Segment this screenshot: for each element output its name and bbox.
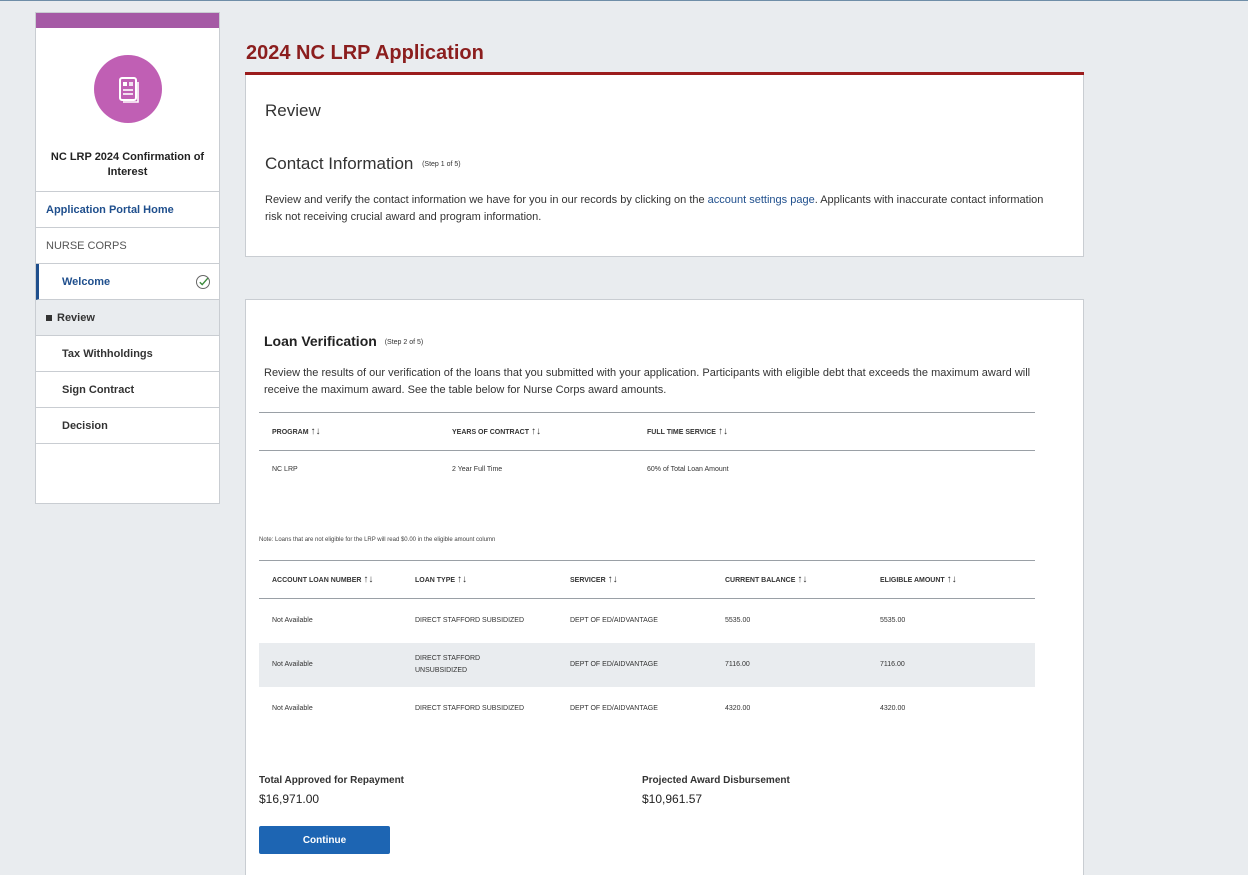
program-table: PROGRAM ↑↓ YEARS OF CONTRACT ↑↓ FULL TIM… (259, 412, 1035, 489)
sort-icon: ↑↓ (607, 574, 618, 585)
sidebar-accent-bar (36, 13, 219, 28)
loan-verification-heading: Loan Verification (Step 2 of 5) (264, 333, 423, 349)
sidebar: NC LRP 2024 Confirmation of Interest App… (35, 12, 220, 504)
sort-icon: ↑↓ (717, 426, 728, 437)
review-heading: Review (265, 101, 321, 120)
table-cell: 7116.00 (712, 642, 867, 687)
header-label: PROGRAM (272, 429, 309, 436)
account-settings-link[interactable]: account settings page (708, 194, 815, 206)
contact-heading-text: Contact Information (265, 154, 414, 173)
sidebar-item-decision[interactable]: Decision (36, 408, 219, 444)
sort-icon: ↑↓ (363, 574, 374, 585)
column-header-current-balance[interactable]: CURRENT BALANCE ↑↓ (712, 560, 867, 599)
loan-heading-text: Loan Verification (264, 333, 377, 349)
table-cell: DIRECT STAFFORD SUBSIDIZED (415, 616, 525, 624)
column-header-years-of-contract[interactable]: YEARS OF CONTRACT ↑↓ (439, 412, 634, 451)
sidebar-item-portal-home[interactable]: Application Portal Home (36, 192, 219, 228)
table-cell: Not Available (272, 616, 313, 624)
sidebar-item-label: Welcome (62, 275, 111, 288)
loan-table: ACCOUNT LOAN NUMBER ↑↓ LOAN TYPE ↑↓ SERV… (259, 560, 1035, 731)
table-row: Not Available DIRECT STAFFORD SUBSIDIZED… (259, 687, 1035, 731)
step-indicator: (Step 2 of 5) (384, 338, 424, 346)
table-cell: 7116.00 (867, 642, 1035, 687)
sidebar-item-review[interactable]: Review (36, 300, 219, 336)
sidebar-item-tax-withholdings[interactable]: Tax Withholdings (36, 336, 219, 372)
check-circle-icon (196, 274, 210, 289)
page-title: 2024 NC LRP Application (246, 42, 484, 64)
sidebar-item-welcome[interactable]: Welcome (36, 264, 219, 300)
application-avatar (93, 55, 162, 123)
table-row: Not Available DIRECT STAFFORD SUBSIDIZED… (259, 599, 1035, 643)
table-row: Not Available DIRECT STAFFORD UNSUBSIDIZ… (259, 642, 1035, 687)
loan-description: Review the results of our verification o… (264, 367, 1031, 396)
sidebar-item-sign-contract[interactable]: Sign Contract (36, 372, 219, 408)
total-approved-value: $16,971.00 (259, 792, 320, 806)
table-cell: 2 Year Full Time (452, 466, 503, 474)
table-cell: 4320.00 (725, 704, 751, 712)
header-label: LOAN TYPE (415, 577, 456, 584)
column-header-account-loan-number[interactable]: ACCOUNT LOAN NUMBER ↑↓ (259, 560, 402, 599)
table-cell: DEPT OF ED/AIDVANTAGE (557, 642, 712, 687)
loan-verification-card: Loan Verification (Step 2 of 5) Review t… (245, 299, 1084, 875)
contact-information-card: Review Contact Information (Step 1 of 5)… (245, 75, 1084, 257)
table-cell: 5535.00 (725, 616, 751, 624)
contact-text-before: Review and verify the contact informatio… (265, 194, 708, 206)
table-cell: DIRECT STAFFORD UNSUBSIDIZED (402, 642, 557, 687)
table-cell: 60% of Total Loan Amount (647, 466, 729, 474)
document-list-icon (118, 77, 139, 103)
sidebar-title: NC LRP 2024 Confirmation of Interest (50, 151, 205, 178)
header-label: CURRENT BALANCE (725, 577, 796, 584)
projected-award-value: $10,961.57 (642, 792, 703, 806)
sidebar-item-label: Review (57, 311, 95, 324)
contact-instructions: Review and verify the contact informatio… (265, 192, 1045, 226)
column-header-program[interactable]: PROGRAM ↑↓ (259, 412, 439, 451)
table-cell: NC LRP (272, 466, 298, 474)
sort-icon: ↑↓ (310, 426, 321, 437)
sort-icon: ↑↓ (457, 574, 468, 585)
sidebar-header: NC LRP 2024 Confirmation of Interest (36, 28, 219, 192)
eligibility-note: Note: Loans that are not eligible for th… (259, 537, 496, 543)
table-cell: DEPT OF ED/AIDVANTAGE (570, 616, 658, 624)
contact-heading: Contact Information (Step 1 of 5) (265, 154, 461, 174)
sidebar-section-nurse-corps: NURSE CORPS (36, 228, 219, 264)
active-marker-icon (46, 314, 52, 321)
table-cell: 5535.00 (880, 616, 906, 624)
step-indicator: (Step 1 of 5) (422, 161, 461, 169)
top-border (0, 0, 1248, 1)
header-label: ACCOUNT LOAN NUMBER (272, 577, 362, 584)
sort-icon: ↑↓ (797, 574, 808, 585)
column-header-loan-type[interactable]: LOAN TYPE ↑↓ (402, 560, 557, 599)
column-header-eligible-amount[interactable]: ELIGIBLE AMOUNT ↑↓ (867, 560, 1035, 599)
table-row: NC LRP 2 Year Full Time 60% of Total Loa… (259, 451, 1035, 489)
sort-icon: ↑↓ (946, 574, 957, 585)
header-label: FULL TIME SERVICE (647, 429, 716, 436)
projected-award-label: Projected Award Disbursement (642, 775, 790, 786)
column-header-servicer[interactable]: SERVICER ↑↓ (557, 560, 712, 599)
table-cell: Not Available (272, 704, 313, 712)
total-approved-label: Total Approved for Repayment (259, 775, 405, 786)
sort-icon: ↑↓ (530, 426, 541, 437)
header-label: YEARS OF CONTRACT (452, 429, 529, 436)
continue-button[interactable]: Continue (259, 826, 390, 854)
table-cell: Not Available (259, 642, 402, 687)
table-cell: DEPT OF ED/AIDVANTAGE (570, 704, 658, 712)
table-cell: 4320.00 (880, 704, 906, 712)
header-label: SERVICER (570, 577, 606, 584)
header-label: ELIGIBLE AMOUNT (880, 577, 945, 584)
table-cell: DIRECT STAFFORD SUBSIDIZED (415, 704, 525, 712)
column-header-full-time-service[interactable]: FULL TIME SERVICE ↑↓ (634, 412, 1035, 451)
